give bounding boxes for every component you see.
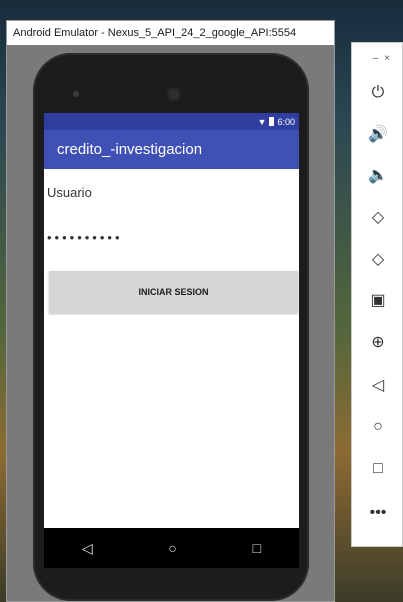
close-button[interactable]: ×	[384, 53, 396, 64]
more-icon[interactable]: •••	[352, 499, 403, 527]
camera-icon[interactable]: ▣	[352, 286, 403, 314]
battery-icon	[269, 117, 275, 126]
window-title: Android Emulator - Nexus_5_API_24_2_goog…	[7, 21, 334, 45]
back-icon[interactable]: ◁	[82, 540, 93, 557]
wifi-icon: ▼	[257, 116, 267, 127]
sensor-dot	[73, 91, 79, 97]
status-bar: ▼ 6:00	[44, 113, 299, 130]
navigation-bar: ◁ ○ □	[44, 528, 299, 568]
emulator-window: Android Emulator - Nexus_5_API_24_2_goog…	[6, 20, 335, 602]
app-title: credito_-investigacion	[57, 141, 203, 158]
status-time: 6:00	[277, 116, 295, 127]
window-controls: –×	[373, 53, 396, 64]
minimize-button[interactable]: –	[373, 53, 385, 64]
recents-icon[interactable]: □	[253, 540, 261, 556]
back-icon[interactable]: ◁	[352, 371, 403, 399]
username-field[interactable]: Usuario	[47, 185, 299, 200]
volume-up-icon[interactable]: 🔊	[352, 120, 403, 148]
overview-icon[interactable]: □	[352, 455, 403, 483]
power-icon[interactable]: ⏻	[352, 79, 403, 107]
zoom-icon[interactable]: ⊕	[352, 328, 403, 356]
password-field[interactable]: ••••••••••	[47, 230, 299, 245]
emulator-toolbar: –× ⏻ 🔊 🔈 ◇ ◇ ▣ ⊕ ◁ ○ □ •••	[351, 42, 403, 547]
home-icon[interactable]: ○	[168, 540, 176, 556]
login-button[interactable]: INICIAR SESION	[49, 271, 298, 313]
app-bar: credito_-investigacion	[44, 130, 299, 169]
home-icon[interactable]: ○	[352, 413, 403, 441]
volume-down-icon[interactable]: 🔈	[352, 161, 403, 189]
rotate-left-icon[interactable]: ◇	[352, 203, 403, 231]
phone-frame: ▼ 6:00 credito_-investigacion Usuario ••…	[33, 53, 309, 601]
front-camera	[169, 89, 179, 99]
rotate-right-icon[interactable]: ◇	[352, 245, 403, 273]
device-screen: ▼ 6:00 credito_-investigacion Usuario ••…	[44, 113, 299, 528]
